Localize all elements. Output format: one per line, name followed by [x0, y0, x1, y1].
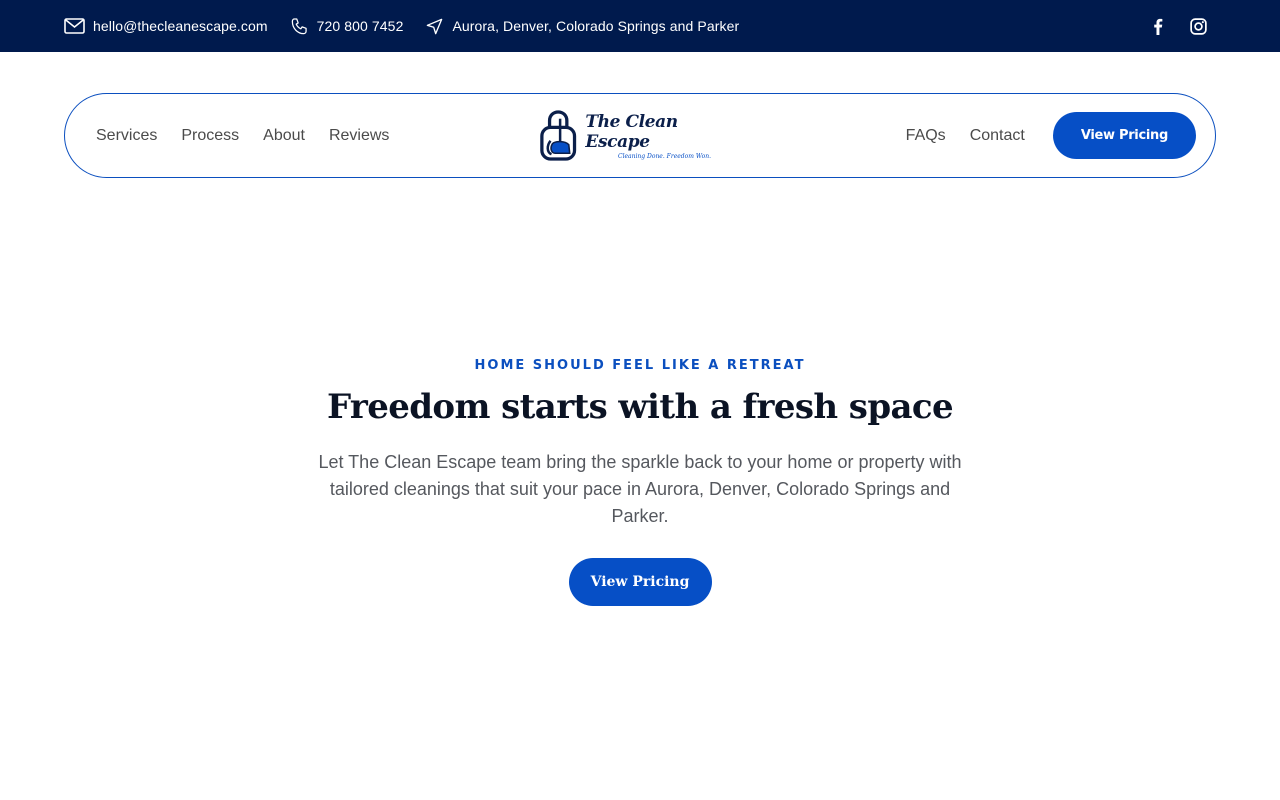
locations-text: Aurora, Denver, Colorado Springs and Par…	[452, 18, 740, 34]
instagram-icon	[1189, 17, 1207, 35]
nav-link-reviews[interactable]: Reviews	[329, 127, 389, 145]
lock-broom-logo-icon	[540, 110, 577, 161]
nav-link-contact[interactable]: Contact	[970, 127, 1025, 145]
social-links	[1128, 16, 1208, 36]
mail-icon	[64, 18, 85, 34]
nav-link-about[interactable]: About	[263, 127, 305, 145]
hero-headline: Freedom starts with a fresh space	[326, 387, 954, 427]
logo-texts: The Clean Escape Cleaning Done. Freedom …	[585, 112, 741, 160]
nav-left-links: Services Process About Reviews	[96, 127, 413, 145]
phone-icon	[291, 17, 307, 34]
phone-link[interactable]: 720 800 7452	[290, 17, 404, 36]
email-link[interactable]: hello@thecleanescape.com	[64, 18, 268, 34]
main-navigation: Services Process About Reviews The Clean…	[64, 93, 1216, 178]
contact-list: hello@thecleanescape.com 720 800 7452 Au…	[64, 17, 761, 36]
hero-section: HOME SHOULD FEEL LIKE A RETREAT Freedom …	[0, 358, 1280, 606]
hero-eyebrow: HOME SHOULD FEEL LIKE A RETREAT	[474, 358, 806, 373]
instagram-link[interactable]	[1188, 16, 1208, 36]
nav-link-faqs[interactable]: FAQs	[906, 127, 946, 145]
nav-link-process[interactable]: Process	[181, 127, 239, 145]
facebook-icon	[1154, 18, 1163, 35]
location-arrow-icon	[427, 18, 443, 34]
nav-right-links: FAQs Contact View Pricing	[906, 112, 1196, 159]
locations-item: Aurora, Denver, Colorado Springs and Par…	[425, 17, 739, 36]
phone-text: 720 800 7452	[316, 18, 404, 34]
logo-tagline: Cleaning Done. Freedom Won.	[617, 153, 711, 160]
facebook-link[interactable]	[1148, 16, 1168, 36]
top-contact-bar: hello@thecleanescape.com 720 800 7452 Au…	[0, 0, 1280, 52]
nav-view-pricing-button[interactable]: View Pricing	[1052, 112, 1196, 159]
hero-view-pricing-button[interactable]: View Pricing	[568, 558, 712, 606]
hero-description: Let The Clean Escape team bring the spar…	[318, 452, 962, 526]
site-logo[interactable]: The Clean Escape Cleaning Done. Freedom …	[539, 107, 741, 165]
nav-link-services[interactable]: Services	[96, 127, 157, 145]
email-text: hello@thecleanescape.com	[93, 18, 268, 34]
logo-brand-name: The Clean Escape	[585, 112, 678, 152]
